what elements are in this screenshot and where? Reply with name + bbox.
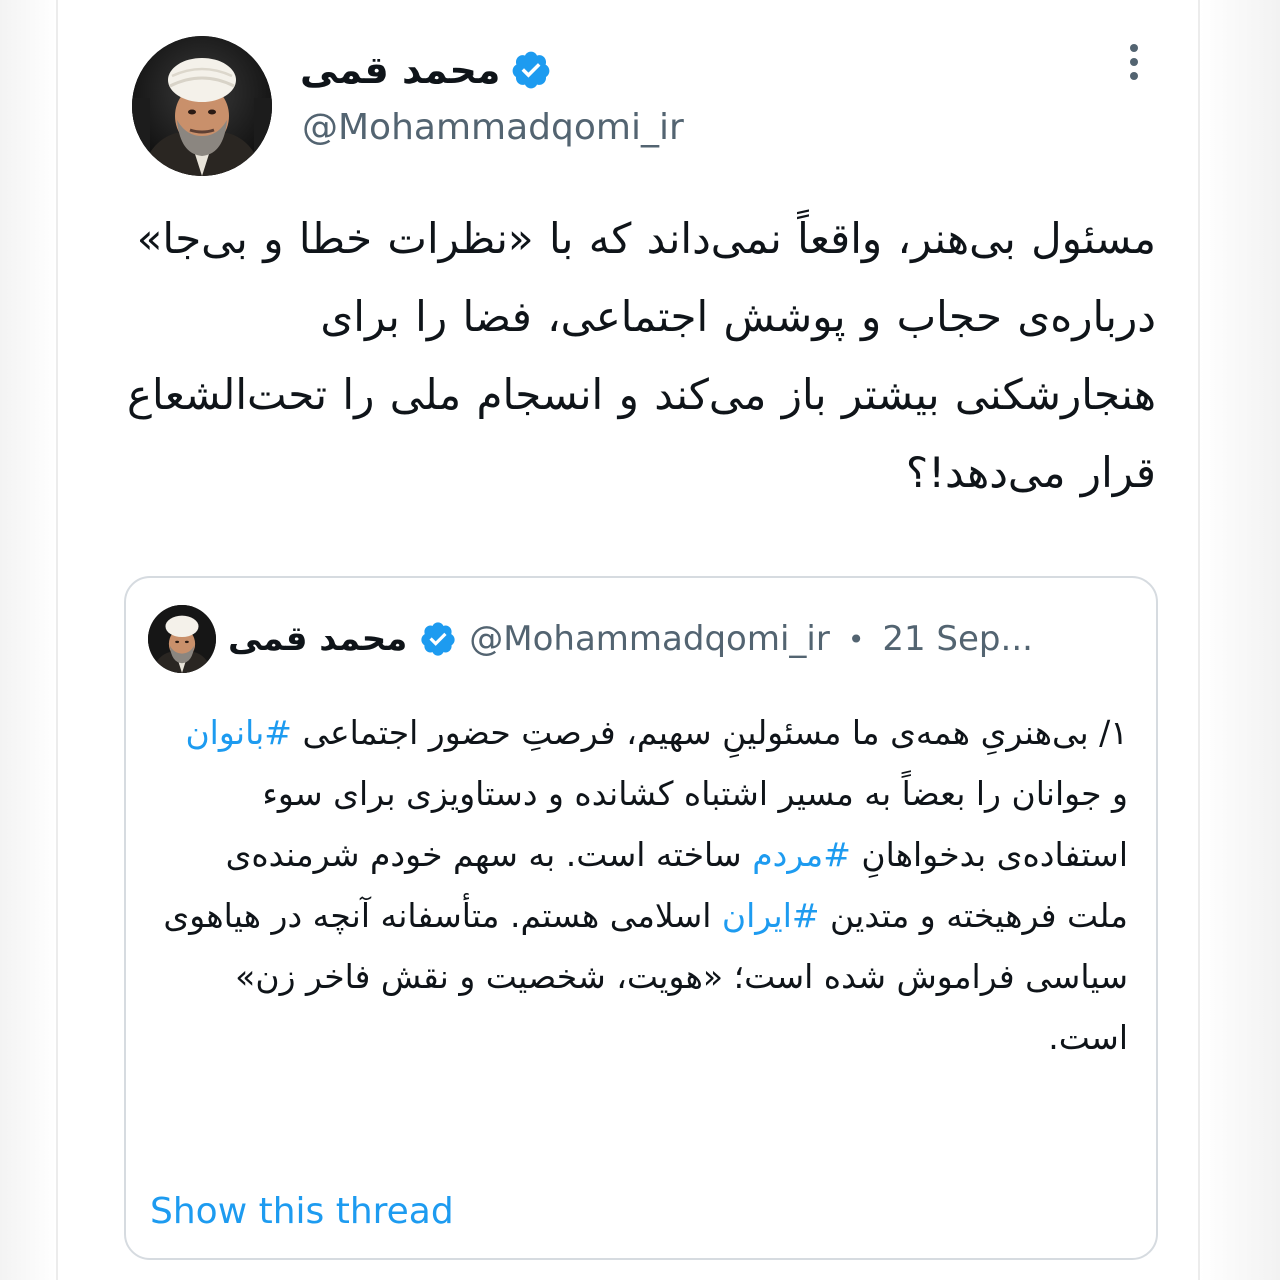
cleric-portrait-avatar-icon — [132, 36, 272, 176]
verified-badge-icon — [421, 622, 455, 656]
right-shadow — [1200, 0, 1280, 1280]
quoted-author-name: محمد قمی — [228, 619, 408, 659]
verified-badge-icon — [512, 51, 550, 89]
show-thread-link[interactable]: Show this thread — [150, 1194, 454, 1230]
left-divider — [56, 0, 58, 1280]
hashtag-link[interactable]: #ایران — [722, 896, 820, 935]
tweet: محمد قمی @Mohammadqomi_ir مسئول بی‌هنر، … — [112, 22, 1172, 1272]
more-options-icon — [1130, 44, 1138, 80]
right-divider — [1198, 0, 1200, 1280]
quoted-tweet-header: محمد قمی @Mohammadqomi_ir • 21 Sep... — [148, 604, 1134, 674]
cleric-portrait-avatar-icon — [148, 605, 216, 673]
left-shadow — [0, 0, 56, 1280]
quoted-text-segment: ۱/ بی‌هنریِ همه‌ی ما مسئولینِ سهیم، فرصت… — [291, 713, 1128, 752]
header-separator: • — [847, 622, 865, 656]
author-avatar[interactable] — [132, 36, 272, 176]
author-name[interactable]: محمد قمی — [300, 51, 500, 89]
quoted-tweet-card[interactable]: محمد قمی @Mohammadqomi_ir • 21 Sep... ۱/… — [124, 576, 1158, 1260]
quoted-author-handle: @Mohammadqomi_ir — [469, 619, 830, 659]
tweet-text: مسئول بی‌هنر، واقعاً نمی‌داند که با «نظر… — [126, 214, 1156, 497]
hashtag-link[interactable]: #بانوان — [185, 713, 292, 752]
quoted-tweet-date: 21 Sep... — [882, 619, 1033, 659]
hashtag-link[interactable]: #مردم — [752, 835, 851, 874]
author-name-row: محمد قمی — [300, 44, 552, 96]
tweet-screenshot: محمد قمی @Mohammadqomi_ir مسئول بی‌هنر، … — [0, 0, 1280, 1280]
quoted-tweet-text: ۱/ بی‌هنریِ همه‌ی ما مسئولینِ سهیم، فرصت… — [160, 702, 1128, 1068]
quoted-author-avatar — [148, 605, 216, 673]
author-handle[interactable]: @Mohammadqomi_ir — [302, 110, 684, 146]
more-options-button[interactable] — [1112, 36, 1156, 88]
